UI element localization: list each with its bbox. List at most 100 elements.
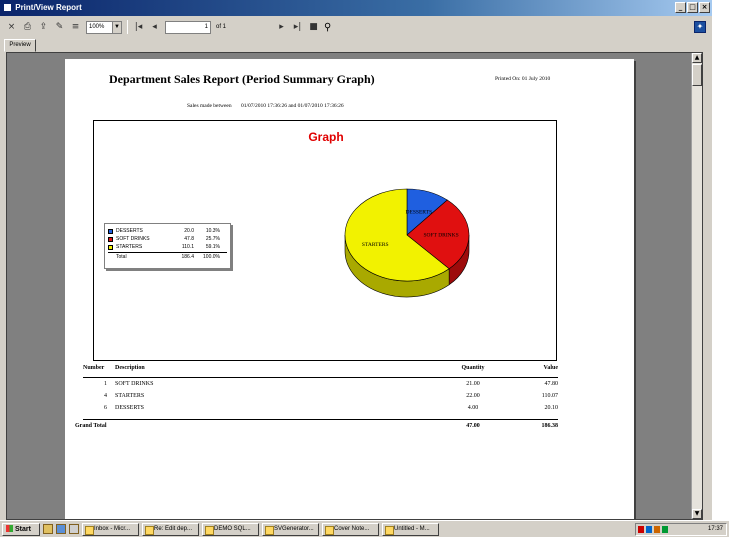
- table-divider: [83, 377, 558, 378]
- quick-launch-icon[interactable]: [56, 524, 66, 534]
- page-count-label: of 1: [216, 24, 227, 30]
- subtitle-range: 01/07/2010 17:36:26 and 01/07/2010 17:36…: [240, 103, 344, 109]
- header-number: Number: [83, 365, 105, 371]
- legend-percent: 25.7%: [205, 236, 220, 242]
- close-report-icon[interactable]: ×: [6, 21, 17, 33]
- row-description: DESSERTS: [115, 405, 144, 411]
- graph-title: Graph: [308, 130, 344, 144]
- scroll-thumb[interactable]: [692, 64, 702, 86]
- page-number-input[interactable]: 1: [165, 20, 211, 34]
- legend-item: STARTERS 110.1 59.1%: [108, 243, 227, 251]
- row-value: 20.10: [544, 405, 559, 411]
- report-subtitle: Sales made between 01/07/2010 17:36:26 a…: [187, 103, 344, 109]
- pie-slice-label: STARTERS: [362, 242, 389, 248]
- report-page: Department Sales Report (Period Summary …: [65, 59, 634, 519]
- stop-icon[interactable]: ■: [308, 21, 319, 33]
- legend-total: Total 186.4 100.0%: [108, 252, 227, 260]
- taskbar-button[interactable]: DEMO SQL...: [202, 522, 259, 536]
- row-quantity: 4.00: [467, 405, 479, 411]
- table-row: 1 SOFT DRINKS 21.00 47.80: [83, 381, 558, 392]
- report-viewer-window: Print/View Report _ □ × × ⎙ ⇪ ✎ ≡ 100% ▼…: [0, 0, 712, 537]
- prev-page-icon[interactable]: ◂: [149, 21, 160, 33]
- scroll-down-icon[interactable]: ▼: [692, 509, 702, 519]
- legend-label: STARTERS: [116, 244, 143, 250]
- row-description: SOFT DRINKS: [115, 381, 154, 387]
- row-quantity: 21.00: [466, 381, 480, 387]
- legend-total-value: 186.4: [181, 253, 194, 260]
- legend-total-label: Total: [116, 253, 127, 260]
- app-icon: [4, 4, 11, 12]
- tray-icon[interactable]: [654, 525, 660, 533]
- taskbar-button[interactable]: Untitled - M...: [382, 522, 439, 536]
- zoom-value: 100%: [89, 23, 105, 30]
- next-page-icon[interactable]: ▸: [276, 21, 287, 33]
- legend-label: DESSERTS: [116, 228, 143, 234]
- grand-total-value: 186.38: [541, 423, 559, 429]
- legend-value: 47.8: [184, 236, 194, 242]
- tab-preview[interactable]: Preview: [4, 39, 36, 52]
- window-title: Print/View Report: [15, 3, 82, 12]
- printed-on-date: Printed On: 01 July 2010: [495, 76, 551, 82]
- legend-value: 110.1: [181, 244, 194, 250]
- row-value: 47.80: [544, 381, 559, 387]
- report-title: Department Sales Report (Period Summary …: [109, 72, 375, 86]
- pie-slice-label: DESSERTS: [406, 209, 433, 215]
- start-label: Start: [15, 525, 31, 533]
- legend-swatch: [108, 228, 113, 234]
- taskbar-button[interactable]: Inbox - Micr...: [82, 522, 139, 536]
- viewer-toolbar: × ⎙ ⇪ ✎ ≡ 100% ▼ |◂ ◂ 1 of 1 ▸ ▸| ■ ⚲: [0, 16, 712, 38]
- system-tray: 17:37: [635, 522, 727, 536]
- legend-swatch: [108, 244, 113, 250]
- clock: 17:37: [707, 525, 723, 532]
- zoom-select[interactable]: 100% ▼: [86, 20, 122, 34]
- legend-percent: 10.3%: [205, 228, 220, 234]
- tray-icon[interactable]: [638, 525, 644, 533]
- windows-logo-icon: [6, 524, 13, 532]
- first-page-icon[interactable]: |◂: [133, 21, 144, 33]
- print-setup-icon[interactable]: ✎: [54, 21, 65, 33]
- row-number: 4: [104, 393, 107, 399]
- grand-total-row: Grand Total 47.00 186.38: [65, 423, 634, 433]
- taskbar-button[interactable]: Cover Note...: [322, 522, 379, 536]
- header-value: Value: [543, 365, 558, 371]
- quick-launch-icon[interactable]: [69, 524, 79, 534]
- table-header: Number Description Quantity Value: [83, 365, 558, 377]
- taskbar-button[interactable]: Re: Edit dep...: [142, 522, 199, 536]
- tray-icon[interactable]: [646, 525, 652, 533]
- legend-label: SOFT DRINKS: [116, 236, 150, 242]
- legend-swatch: [108, 236, 113, 242]
- chevron-down-icon[interactable]: ▼: [112, 21, 121, 33]
- row-number: 1: [104, 381, 107, 387]
- pie-chart: DESSERTS SOFT DRINKS STARTERS: [344, 188, 470, 298]
- minimize-button[interactable]: _: [675, 2, 686, 13]
- last-page-icon[interactable]: ▸|: [292, 21, 303, 33]
- export-icon[interactable]: ⇪: [38, 21, 49, 33]
- quick-launch-icon[interactable]: [43, 524, 53, 534]
- maximize-button[interactable]: □: [687, 2, 698, 13]
- report-preview-area[interactable]: Department Sales Report (Period Summary …: [6, 52, 703, 520]
- legend-total-percent: 100.0%: [203, 253, 220, 260]
- grand-total-label: Grand Total: [75, 423, 107, 429]
- help-icon[interactable]: ✦: [694, 21, 706, 33]
- search-icon[interactable]: ⚲: [324, 22, 336, 33]
- grand-total-quantity: 47.00: [466, 423, 480, 429]
- scroll-up-icon[interactable]: ▲: [692, 53, 702, 63]
- subtitle-label: Sales made between: [187, 103, 232, 109]
- table-divider: [83, 419, 558, 420]
- header-description: Description: [115, 365, 145, 371]
- vertical-scrollbar[interactable]: ▲ ▼: [691, 53, 702, 519]
- graph-frame: Graph DESSERTS 20.0 10.3% SOFT DRINKS 47…: [93, 120, 557, 361]
- title-bar[interactable]: Print/View Report _ □ ×: [0, 0, 712, 16]
- tray-icon[interactable]: [662, 525, 668, 533]
- start-button[interactable]: Start: [2, 522, 40, 536]
- row-number: 6: [104, 405, 107, 411]
- toolbar-separator: [127, 20, 128, 34]
- table-row: 4 STARTERS 22.00 110.07: [83, 393, 558, 404]
- legend-item: DESSERTS 20.0 10.3%: [108, 227, 227, 235]
- tab-strip: Preview: [0, 38, 712, 52]
- tray-icons: [638, 525, 668, 533]
- taskbar-button[interactable]: SVGenerator...: [262, 522, 319, 536]
- tree-toggle-icon[interactable]: ≡: [70, 21, 81, 33]
- chart-legend: DESSERTS 20.0 10.3% SOFT DRINKS 47.8 25.…: [104, 223, 231, 269]
- print-icon[interactable]: ⎙: [22, 21, 33, 33]
